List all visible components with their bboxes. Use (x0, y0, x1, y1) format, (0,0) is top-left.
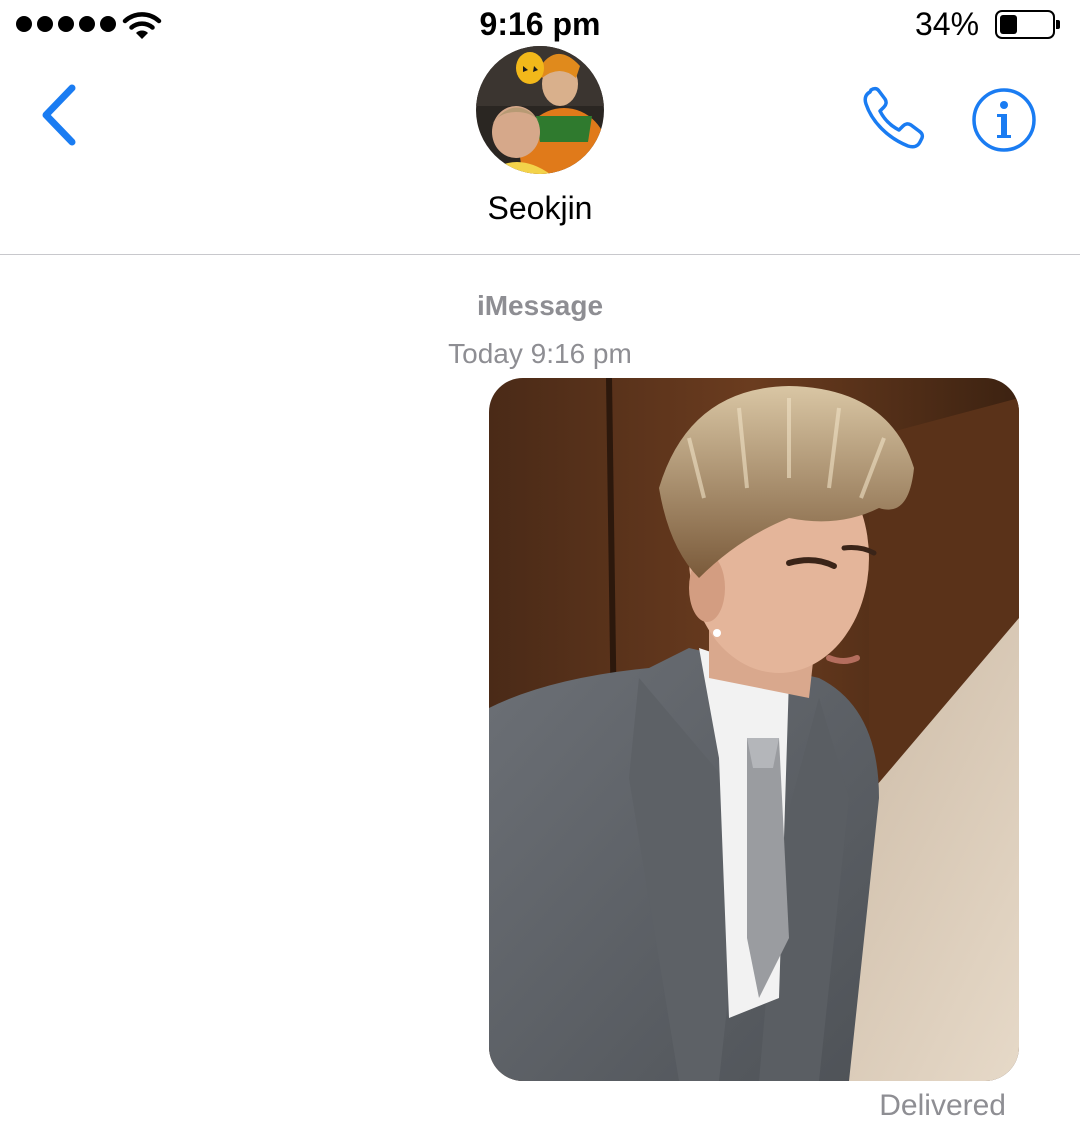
battery-percent: 34% (915, 6, 980, 42)
conversation-header: Seokjin (0, 46, 1080, 255)
info-icon (972, 88, 1036, 152)
info-button[interactable] (970, 86, 1038, 154)
battery-icon (995, 10, 1060, 39)
battery-level-fill (1000, 15, 1017, 34)
messages-screen: 9:16 pm 34% Seokjin iMessage Today 9:16 … (0, 0, 1080, 1141)
chevron-left-icon (42, 84, 76, 146)
photo-image (489, 378, 1019, 1081)
status-bar: 9:16 pm 34% (0, 0, 1080, 52)
photo-message[interactable] (489, 378, 1019, 1081)
call-button[interactable] (858, 82, 930, 154)
contact-avatar[interactable] (476, 46, 604, 174)
phone-icon (863, 86, 925, 149)
delivery-status: Delivered (879, 1089, 1006, 1122)
contact-name[interactable]: Seokjin (0, 190, 1080, 227)
service-label: iMessage (476, 290, 604, 321)
back-button[interactable] (30, 80, 90, 150)
message-timestamp: Today 9:16 pm (448, 338, 632, 369)
